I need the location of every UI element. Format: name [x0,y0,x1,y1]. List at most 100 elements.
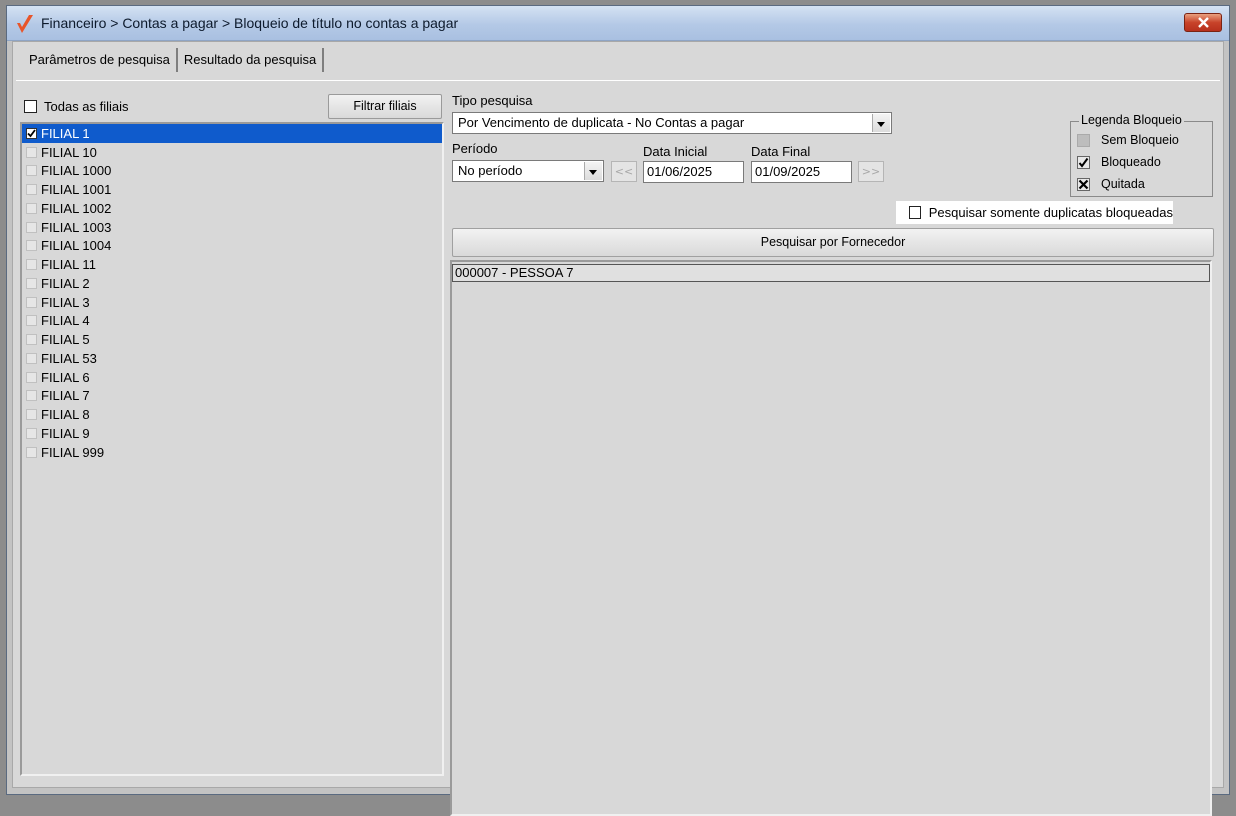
chevron-down-icon[interactable] [584,162,602,180]
branch-item[interactable]: FILIAL 9 [22,424,442,443]
next-period-button[interactable]: >> [858,161,884,182]
branch-item[interactable]: FILIAL 1 [22,124,442,143]
start-date-input[interactable]: 01/06/2025 [643,161,744,183]
checkbox-icon[interactable] [26,352,37,364]
branch-item[interactable]: FILIAL 1002 [22,199,442,218]
checkbox-icon[interactable] [26,221,37,233]
checkbox-icon[interactable] [26,184,37,196]
checkbox-icon[interactable] [26,240,37,252]
branch-label: FILIAL 11 [41,257,96,273]
branch-label: FILIAL 2 [41,275,90,291]
branch-label: FILIAL 1003 [41,219,112,235]
search-by-supplier-button[interactable]: Pesquisar por Fornecedor [452,228,1214,257]
branch-label: FILIAL 1 [41,125,90,141]
title-bar[interactable]: Financeiro > Contas a pagar > Bloqueio d… [7,6,1229,41]
checkbox-icon[interactable] [26,277,37,289]
branch-label: FILIAL 1004 [41,238,112,254]
branch-item[interactable]: FILIAL 11 [22,255,442,274]
unchecked-box-icon [1077,133,1090,147]
previous-period-button[interactable]: << [611,161,637,182]
checkbox-icon[interactable] [26,296,37,308]
search-params-panel: Todas as filiais Filtrar filiais FILIAL … [16,80,1220,816]
app-logo-icon [17,15,33,33]
checkbox-icon[interactable] [26,334,37,346]
branch-label: FILIAL 9 [41,425,90,441]
branch-item[interactable]: FILIAL 1000 [22,162,442,181]
branch-item[interactable]: FILIAL 53 [22,349,442,368]
all-branches-checkbox[interactable]: Todas as filiais [24,99,129,114]
legend-item-no-block: Sem Bloqueio [1077,133,1179,147]
legend-label: Bloqueado [1101,155,1161,169]
checkbox-icon[interactable] [26,315,37,327]
close-button[interactable] [1184,13,1222,32]
branch-item[interactable]: FILIAL 2 [22,274,442,293]
branch-item[interactable]: FILIAL 1003 [22,218,442,237]
branch-item[interactable]: FILIAL 1001 [22,180,442,199]
tab-search-params[interactable]: Parâmetros de pesquisa [23,48,178,72]
branch-item[interactable]: FILIAL 3 [22,293,442,312]
branch-item[interactable]: FILIAL 5 [22,330,442,349]
legend-label: Quitada [1101,177,1145,191]
checkbox-icon[interactable] [26,146,37,158]
checkbox-icon[interactable] [26,409,37,421]
search-type-select[interactable]: Por Vencimento de duplicata - No Contas … [452,112,892,134]
checkbox-icon[interactable] [26,390,37,402]
branch-label: FILIAL 1001 [41,182,112,198]
supplier-row[interactable]: 000007 - PESSOA 7 [452,264,1210,282]
all-branches-label: Todas as filiais [44,99,129,114]
checkbox-icon[interactable] [26,371,37,383]
end-date-input[interactable]: 01/09/2025 [751,161,852,183]
branch-label: FILIAL 1002 [41,200,112,216]
period-value: No período [458,163,523,178]
legend-item-blocked: Bloqueado [1077,155,1161,169]
checkbox-icon[interactable] [26,202,37,214]
x-box-icon [1077,177,1090,191]
branch-item[interactable]: FILIAL 999 [22,443,442,462]
branch-label: FILIAL 3 [41,294,90,310]
legend-item-paid: Quitada [1077,177,1145,191]
branch-list[interactable]: FILIAL 1 FILIAL 10 FILIAL 1000 FILIAL 1001 F… [20,122,444,776]
checked-box-icon[interactable] [26,127,37,139]
checkbox-icon[interactable] [26,259,37,271]
main-window: Financeiro > Contas a pagar > Bloqueio d… [6,5,1230,816]
branch-item[interactable]: FILIAL 1004 [22,237,442,256]
branch-label: FILIAL 4 [41,313,90,329]
only-blocked-label: Pesquisar somente duplicatas bloqueadas [928,205,1173,220]
branch-item[interactable]: FILIAL 4 [22,312,442,331]
branch-item[interactable]: FILIAL 10 [22,143,442,162]
branch-label: FILIAL 5 [41,332,90,348]
start-date-label: Data Inicial [643,144,708,159]
checkbox-icon[interactable] [26,446,37,458]
branch-item[interactable]: FILIAL 8 [22,405,442,424]
period-label: Período [452,141,498,156]
legend-label: Sem Bloqueio [1101,133,1179,147]
tab-search-results[interactable]: Resultado da pesquisa [178,48,325,72]
branch-label: FILIAL 1000 [41,163,112,179]
filter-branches-button[interactable]: Filtrar filiais [328,94,442,119]
branch-item[interactable]: FILIAL 6 [22,368,442,387]
search-type-value: Por Vencimento de duplicata - No Contas … [458,115,745,130]
window-title: Financeiro > Contas a pagar > Bloqueio d… [41,15,459,31]
branch-label: FILIAL 10 [41,144,97,160]
checkbox-icon [24,100,37,113]
checkbox-icon [909,206,921,219]
branch-label: FILIAL 999 [41,444,105,460]
supplier-list[interactable]: 000007 - PESSOA 7 [450,260,1212,816]
only-blocked-checkbox[interactable]: Pesquisar somente duplicatas bloqueadas [896,201,1173,224]
legend-title: Legenda Bloqueio [1079,113,1184,127]
block-legend: Legenda Bloqueio Sem Bloqueio Bloqueado [1070,113,1213,197]
branch-label: FILIAL 7 [41,388,90,404]
period-select[interactable]: No período [452,160,604,182]
branch-label: FILIAL 53 [41,350,97,366]
checkbox-icon[interactable] [26,427,37,439]
branch-item[interactable]: FILIAL 7 [22,387,442,406]
close-icon [1198,17,1209,28]
branch-label: FILIAL 8 [41,407,90,423]
search-type-label: Tipo pesquisa [452,93,533,108]
checkbox-icon[interactable] [26,165,37,177]
chevron-down-icon[interactable] [872,114,890,132]
end-date-label: Data Final [751,144,811,159]
tab-strip: Parâmetros de pesquisa Resultado da pesq… [23,48,325,72]
client-area: Parâmetros de pesquisa Resultado da pesq… [12,41,1224,816]
checked-box-icon [1077,155,1090,169]
